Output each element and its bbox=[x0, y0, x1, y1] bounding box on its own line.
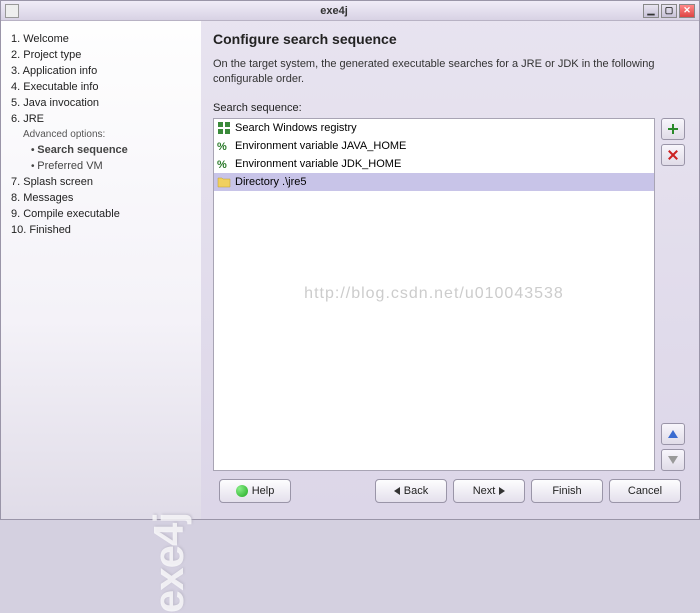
sequence-controls bbox=[661, 118, 687, 471]
window-title: exe4j bbox=[25, 5, 643, 17]
step-application-info[interactable]: 3. Application info bbox=[9, 63, 193, 79]
step-splash-screen[interactable]: 7. Splash screen bbox=[9, 174, 193, 190]
move-down-button[interactable] bbox=[661, 449, 685, 471]
page-heading: Configure search sequence bbox=[213, 31, 687, 47]
step-compile-executable[interactable]: 9. Compile executable bbox=[9, 206, 193, 222]
finish-label: Finish bbox=[552, 485, 581, 497]
main-panel: Configure search sequence On the target … bbox=[201, 21, 699, 519]
remove-button[interactable] bbox=[661, 144, 685, 166]
arrow-down-icon bbox=[668, 456, 678, 464]
next-label: Next bbox=[473, 485, 496, 497]
help-label: Help bbox=[252, 485, 275, 497]
step-java-invocation[interactable]: 5. Java invocation bbox=[9, 95, 193, 111]
add-button[interactable] bbox=[661, 118, 685, 140]
step-project-type[interactable]: 2. Project type bbox=[9, 47, 193, 63]
sequence-list[interactable]: Search Windows registry % Environment va… bbox=[213, 118, 655, 471]
sequence-label: Search sequence: bbox=[213, 102, 687, 114]
env-var-icon: % bbox=[217, 157, 231, 171]
window-controls: ▁ ▢ ✕ bbox=[643, 4, 695, 18]
maximize-button[interactable]: ▢ bbox=[661, 4, 677, 18]
advanced-options-head: Advanced options: bbox=[9, 127, 193, 142]
svg-text:%: % bbox=[217, 159, 227, 171]
move-up-button[interactable] bbox=[661, 423, 685, 445]
sequence-item-label: Environment variable JAVA_HOME bbox=[235, 140, 406, 152]
sequence-item-directory[interactable]: Directory .\jre5 bbox=[214, 173, 654, 191]
step-messages[interactable]: 8. Messages bbox=[9, 190, 193, 206]
cancel-label: Cancel bbox=[628, 485, 662, 497]
wizard-sidebar: 1. Welcome 2. Project type 3. Applicatio… bbox=[1, 21, 201, 519]
cross-icon bbox=[667, 149, 679, 161]
sequence-item-env-jdk-home[interactable]: % Environment variable JDK_HOME bbox=[214, 155, 654, 173]
wizard-footer: Help Back Next Finish Cancel bbox=[213, 471, 687, 511]
sequence-item-registry[interactable]: Search Windows registry bbox=[214, 119, 654, 137]
cancel-button[interactable]: Cancel bbox=[609, 479, 681, 503]
back-label: Back bbox=[404, 485, 428, 497]
triangle-right-icon bbox=[499, 487, 505, 495]
step-finished[interactable]: 10. Finished bbox=[9, 222, 193, 238]
next-button[interactable]: Next bbox=[453, 479, 525, 503]
arrow-up-icon bbox=[668, 430, 678, 438]
registry-icon bbox=[217, 121, 231, 135]
minimize-button[interactable]: ▁ bbox=[643, 4, 659, 18]
substep-preferred-vm-label: Preferred VM bbox=[37, 160, 102, 172]
branding-text: exe4j bbox=[145, 513, 193, 613]
sequence-item-label: Directory .\jre5 bbox=[235, 176, 307, 188]
svg-text:%: % bbox=[217, 141, 227, 153]
triangle-left-icon bbox=[394, 487, 400, 495]
app-icon bbox=[5, 4, 19, 18]
env-var-icon: % bbox=[217, 139, 231, 153]
sequence-area: Search Windows registry % Environment va… bbox=[213, 118, 687, 471]
titlebar: exe4j ▁ ▢ ✕ bbox=[1, 1, 699, 21]
app-window: exe4j ▁ ▢ ✕ 1. Welcome 2. Project type 3… bbox=[0, 0, 700, 520]
sequence-item-env-java-home[interactable]: % Environment variable JAVA_HOME bbox=[214, 137, 654, 155]
plus-icon bbox=[667, 123, 679, 135]
step-jre[interactable]: 6. JRE bbox=[9, 111, 193, 127]
substep-search-sequence-label: Search sequence bbox=[37, 144, 128, 156]
finish-button[interactable]: Finish bbox=[531, 479, 603, 503]
sequence-item-label: Search Windows registry bbox=[235, 122, 357, 134]
substep-preferred-vm[interactable]: • Preferred VM bbox=[9, 158, 193, 174]
content-area: 1. Welcome 2. Project type 3. Applicatio… bbox=[1, 21, 699, 519]
help-button[interactable]: Help bbox=[219, 479, 291, 503]
substep-search-sequence[interactable]: • Search sequence bbox=[9, 142, 193, 158]
folder-icon bbox=[217, 175, 231, 189]
help-icon bbox=[236, 485, 248, 497]
close-button[interactable]: ✕ bbox=[679, 4, 695, 18]
sequence-item-label: Environment variable JDK_HOME bbox=[235, 158, 401, 170]
step-executable-info[interactable]: 4. Executable info bbox=[9, 79, 193, 95]
step-welcome[interactable]: 1. Welcome bbox=[9, 31, 193, 47]
page-description: On the target system, the generated exec… bbox=[213, 57, 687, 88]
watermark-text: http://blog.csdn.net/u010043538 bbox=[304, 285, 564, 303]
back-button[interactable]: Back bbox=[375, 479, 447, 503]
